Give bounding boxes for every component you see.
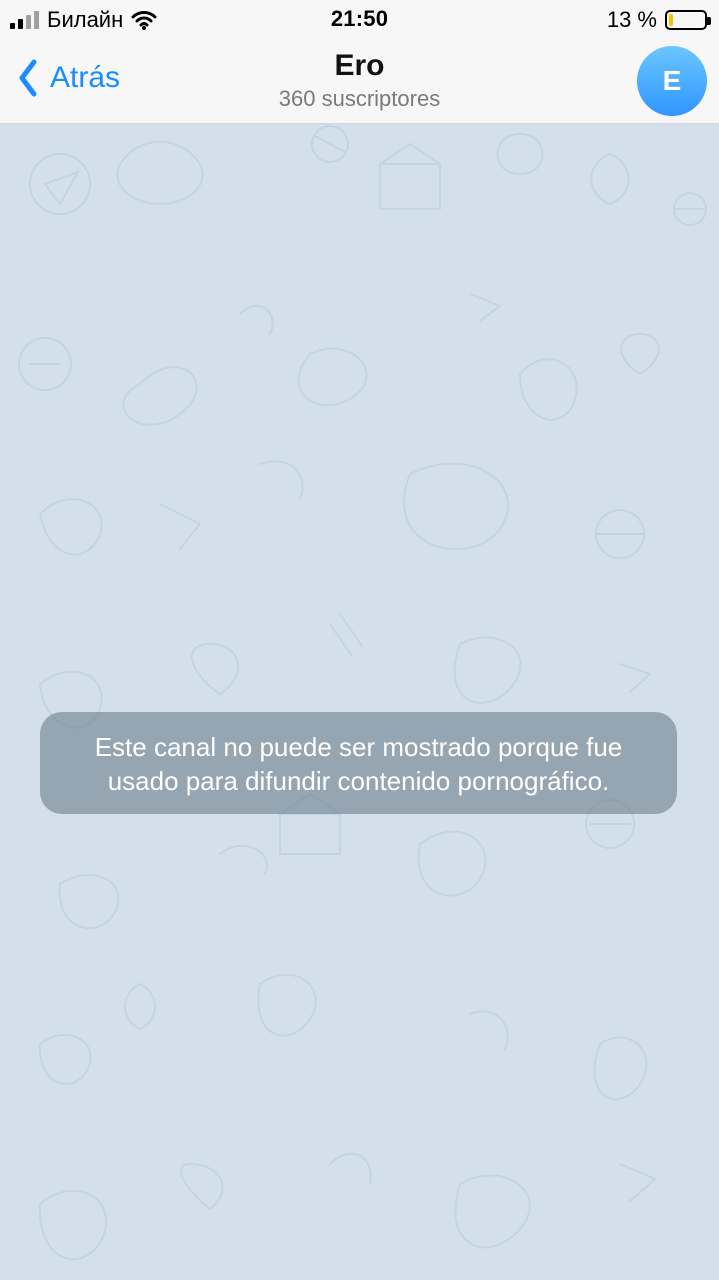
- battery-icon: [665, 10, 711, 30]
- notice-text: Este canal no puede ser mostrado porque …: [94, 732, 623, 796]
- battery-percent: 13 %: [606, 7, 657, 32]
- battery-level: [669, 14, 673, 26]
- status-bar: Билайн 21:50 13 %: [0, 0, 719, 40]
- blocked-channel-notice: Este canal no puede ser mostrado porque …: [40, 712, 677, 814]
- channel-header[interactable]: Ero 360 suscriptores: [0, 48, 719, 112]
- chat-area: Este canal no puede ser mostrado porque …: [0, 124, 719, 1280]
- status-right: 13 %: [606, 6, 711, 34]
- channel-title: Ero: [334, 49, 385, 82]
- navigation-bar: Atrás Ero 360 suscriptores E: [0, 40, 719, 124]
- channel-avatar[interactable]: E: [637, 46, 707, 116]
- top-bar: Билайн 21:50 13 % Atrás Ero 360 suscript…: [0, 0, 719, 124]
- channel-subtitle: 360 suscriptores: [278, 86, 441, 111]
- avatar-initial: E: [662, 65, 682, 96]
- chat-background-pattern: [18, 125, 707, 1261]
